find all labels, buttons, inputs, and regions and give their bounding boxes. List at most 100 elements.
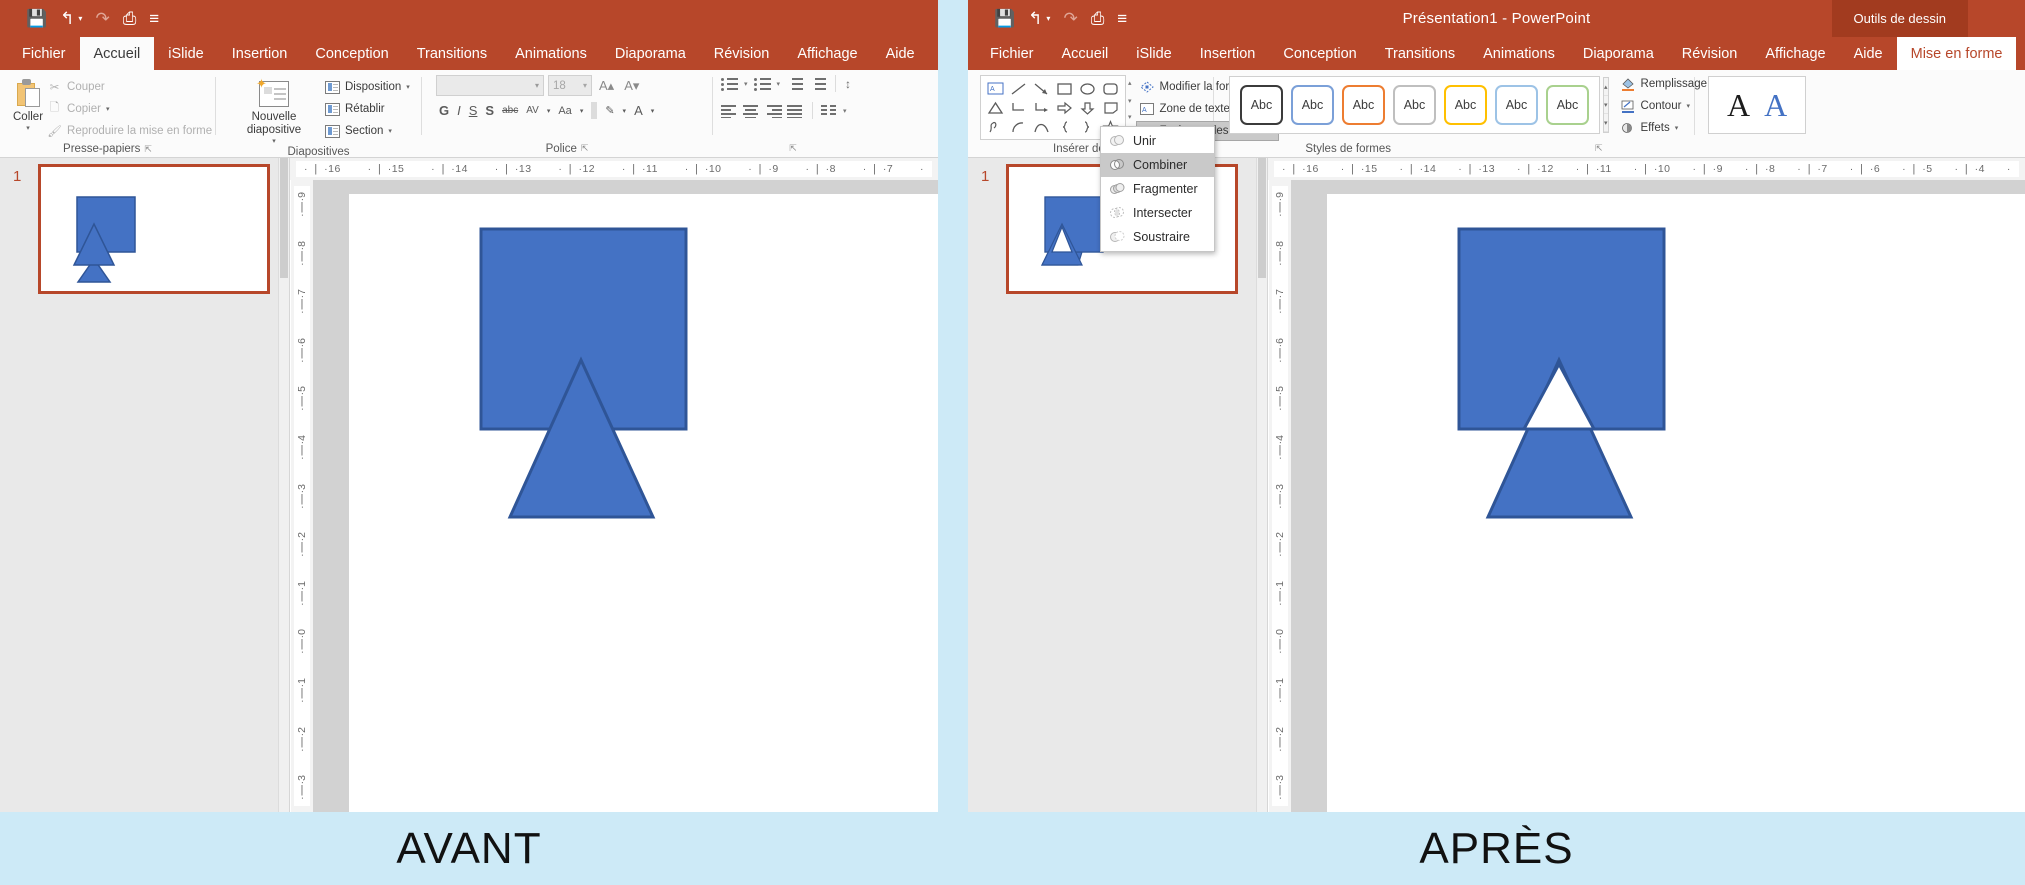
right-slide-thumbnail-pane[interactable]: 1 xyxy=(968,158,1268,812)
dialog-launcher-icon[interactable]: ⇱ xyxy=(789,143,797,154)
menu-item-intersecter[interactable]: Intersecter xyxy=(1101,201,1214,225)
dialog-launcher-icon[interactable]: ⇱ xyxy=(1595,143,1603,154)
underline-button[interactable]: S xyxy=(466,103,481,118)
customize-qat-icon[interactable]: ≡ xyxy=(149,10,159,27)
shape-style-4[interactable]: Abc xyxy=(1393,85,1436,125)
freeform-scribble-icon[interactable] xyxy=(985,117,1006,136)
change-case-button[interactable]: Aa xyxy=(555,105,574,117)
tab-conception[interactable]: Conception xyxy=(301,37,402,70)
font-size-input[interactable]: 18 ▾ xyxy=(548,75,592,96)
tab-islide[interactable]: iSlide xyxy=(154,37,217,70)
tab-diaporama[interactable]: Diaporama xyxy=(601,37,700,70)
tab-aide[interactable]: Aide xyxy=(872,37,929,70)
menu-item-combiner[interactable]: Combiner xyxy=(1101,153,1214,177)
tab-animations[interactable]: Animations xyxy=(501,37,601,70)
rectangle-shape-icon[interactable] xyxy=(1054,79,1075,98)
thumbnail-scrollbar[interactable] xyxy=(1256,158,1267,812)
tab-revision[interactable]: Révision xyxy=(700,37,784,70)
tab-aide[interactable]: Aide xyxy=(1840,37,1897,70)
tab-insertion[interactable]: Insertion xyxy=(218,37,302,70)
bold-button[interactable]: G xyxy=(436,103,452,118)
dialog-launcher-icon[interactable]: ⇱ xyxy=(144,144,152,155)
oval-shape-icon[interactable] xyxy=(1077,79,1098,98)
slide-thumbnail-1[interactable] xyxy=(38,164,270,294)
font-color-icon[interactable]: A xyxy=(631,103,646,118)
tab-accueil[interactable]: Accueil xyxy=(1048,37,1123,70)
chevron-down-icon[interactable]: ▾ xyxy=(26,125,30,133)
triangle-shape-icon[interactable] xyxy=(985,98,1006,117)
lightbulb-icon[interactable]: 💡 xyxy=(2016,37,2025,70)
chevron-down-icon[interactable]: ▾ xyxy=(535,81,539,90)
tab-transitions[interactable]: Transitions xyxy=(403,37,501,70)
left-ribbon-tabs[interactable]: Fichier Accueil iSlide Insertion Concept… xyxy=(0,37,938,70)
tab-insertion[interactable]: Insertion xyxy=(1186,37,1270,70)
chevron-down-icon[interactable]: ▾ xyxy=(777,80,781,88)
tab-fichier[interactable]: Fichier xyxy=(8,37,80,70)
chevron-down-icon[interactable]: ▾ xyxy=(744,80,748,88)
chevron-down-icon[interactable]: ▾ xyxy=(406,83,410,91)
merge-shapes-menu[interactable]: Unir Combiner Fragmenter Intersecter Sou… xyxy=(1100,126,1215,252)
layout-button[interactable]: Disposition ▾ xyxy=(321,77,414,97)
align-center-icon[interactable] xyxy=(743,104,760,118)
right-arrow-shape-icon[interactable] xyxy=(1054,98,1075,117)
font-name-input[interactable]: ▾ xyxy=(436,75,544,96)
chevron-down-icon[interactable]: ▾ xyxy=(1675,124,1679,132)
folded-corner-shape-icon[interactable] xyxy=(1100,98,1121,117)
shape-style-7[interactable]: Abc xyxy=(1546,85,1589,125)
align-right-icon[interactable] xyxy=(765,104,782,118)
style-gallery-scroll[interactable]: ▴ ▾ ▾ xyxy=(1603,77,1609,133)
increase-indent-icon[interactable] xyxy=(809,77,826,91)
right-brace-shape-icon[interactable] xyxy=(1077,117,1098,136)
chevron-down-icon[interactable]: ▾ xyxy=(620,107,630,115)
section-button[interactable]: Section ▾ xyxy=(321,121,414,141)
gallery-scroll-down-icon[interactable]: ▾ xyxy=(1604,96,1608,114)
numbered-list-icon[interactable] xyxy=(754,77,771,91)
right-slide-canvas[interactable] xyxy=(1327,194,2025,812)
chevron-down-icon[interactable]: ▾ xyxy=(843,107,847,115)
shape-style-3[interactable]: Abc xyxy=(1342,85,1385,125)
arc-shape-icon[interactable] xyxy=(1008,117,1029,136)
shape-style-gallery[interactable]: Abc Abc Abc Abc Abc Abc Abc xyxy=(1229,76,1600,134)
left-brace-shape-icon[interactable] xyxy=(1054,117,1075,136)
paste-button[interactable]: Coller ▾ xyxy=(13,75,43,133)
chevron-down-icon[interactable]: ▾ xyxy=(577,107,587,115)
italic-button[interactable]: I xyxy=(454,103,464,118)
wordart-sample-1[interactable]: A xyxy=(1727,87,1750,124)
tab-islide[interactable]: iSlide xyxy=(1122,37,1185,70)
wordart-sample-2[interactable]: A xyxy=(1764,87,1787,124)
chevron-down-icon[interactable]: ▾ xyxy=(544,107,554,115)
lightbulb-icon[interactable]: 💡 xyxy=(929,37,938,70)
shapes-scroll-up-icon[interactable]: ▴ xyxy=(1128,79,1132,87)
gallery-more-icon[interactable]: ▾ xyxy=(1604,114,1608,132)
reset-button[interactable]: Rétablir xyxy=(321,99,414,119)
chevron-down-icon[interactable]: ▾ xyxy=(272,138,276,146)
curve-shape-icon[interactable] xyxy=(1031,117,1052,136)
menu-item-soustraire[interactable]: Soustraire xyxy=(1101,225,1214,249)
save-icon[interactable]: 💾 xyxy=(26,10,47,27)
tab-affichage[interactable]: Affichage xyxy=(783,37,871,70)
rounded-rectangle-shape-icon[interactable] xyxy=(1100,79,1121,98)
undo-caret-icon[interactable]: ▾ xyxy=(78,14,82,23)
elbow-connector-icon[interactable] xyxy=(1008,98,1029,117)
menu-item-fragmenter[interactable]: Fragmenter xyxy=(1101,177,1214,201)
text-box-shape-icon[interactable]: A xyxy=(985,79,1006,98)
menu-item-unir[interactable]: Unir xyxy=(1101,129,1214,153)
scrollbar-thumb[interactable] xyxy=(280,158,288,278)
shape-style-1[interactable]: Abc xyxy=(1240,85,1283,125)
right-ribbon-tabs[interactable]: Fichier Accueil iSlide Insertion Concept… xyxy=(968,37,2025,70)
thumbnail-scrollbar[interactable] xyxy=(278,158,289,812)
decrease-font-size-icon[interactable]: A▾ xyxy=(621,78,642,94)
shape-style-6[interactable]: Abc xyxy=(1495,85,1538,125)
new-slide-button[interactable]: ✦ Nouvelle diapositive ▾ xyxy=(231,75,317,146)
line-spacing-icon[interactable]: ↕ xyxy=(845,77,851,91)
shapes-scroll-down-icon[interactable]: ▾ xyxy=(1128,97,1132,105)
shadow-button[interactable]: S xyxy=(482,103,497,118)
tab-affichage[interactable]: Affichage xyxy=(1751,37,1839,70)
increase-font-size-icon[interactable]: A▴ xyxy=(596,78,617,94)
bullet-list-icon[interactable] xyxy=(721,77,738,91)
tab-animations[interactable]: Animations xyxy=(1469,37,1569,70)
strikethrough-button[interactable]: abc xyxy=(499,105,521,116)
start-slideshow-icon[interactable]: ⎙ xyxy=(123,10,137,27)
tab-mise-en-forme[interactable]: Mise en forme xyxy=(1897,37,2017,70)
character-spacing-button[interactable]: AV xyxy=(523,105,542,116)
